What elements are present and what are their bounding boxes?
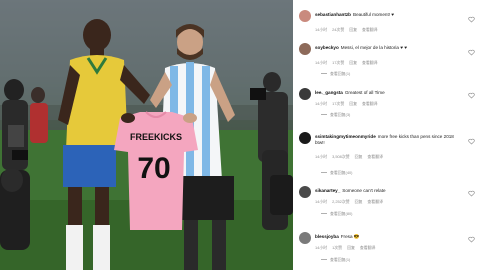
comment-text: sikanartey_ Someone can't relate (315, 188, 461, 194)
comment-text: lee._gangsta Greatest of all Time (315, 90, 461, 96)
comment-text: sebastianhantzb Beautiful moment! ♥ (315, 12, 461, 18)
like-heart-icon[interactable] (468, 49, 475, 56)
comment-meta: 14小时 1次赞 回复 查看翻译 (315, 245, 380, 251)
translate-link[interactable]: 查看翻译 (362, 60, 378, 65)
view-replies-link[interactable]: 查看回复(3) (321, 112, 350, 118)
view-replies-link[interactable]: 查看回复(80) (321, 211, 352, 217)
avatar[interactable] (299, 232, 311, 244)
comment-username[interactable]: sikanartey_ (315, 188, 340, 193)
post-photo: FREEKICKS 70 (0, 0, 293, 270)
avatar[interactable] (299, 43, 311, 55)
reply-button[interactable]: 回复 (347, 245, 355, 250)
comment-body: Beautiful moment! ♥ (353, 12, 395, 17)
translate-link[interactable]: 查看翻译 (367, 199, 383, 204)
view-replies-link[interactable]: 查看回复(1) (321, 257, 350, 263)
translate-link[interactable]: 查看翻译 (362, 101, 378, 106)
translate-link[interactable]: 查看翻译 (360, 245, 376, 250)
comments-panel: sebastianhantzb Beautiful moment! ♥ 14小时 2… (293, 0, 480, 270)
like-heart-icon[interactable] (468, 16, 475, 23)
comment-username[interactable]: soybeckyo (315, 45, 339, 50)
comment-time: 14小时 (315, 199, 328, 204)
comment-time: 14小时 (315, 27, 328, 32)
comment-likes[interactable]: 17次赞 (332, 60, 344, 65)
comment-body: Messi, el mejor de la historia ♥ ♥ (340, 45, 407, 50)
reply-button[interactable]: 回复 (349, 60, 357, 65)
comment-time: 14小时 (315, 245, 328, 250)
comment-likes[interactable]: 3,508次赞 (332, 154, 350, 159)
comment-likes[interactable]: 1次赞 (332, 245, 342, 250)
avatar[interactable] (299, 10, 311, 22)
comment-meta: 14小时 24次赞 回复 查看翻译 (315, 27, 383, 33)
comment-username[interactable]: ssimtakingmytimeonmyride (315, 134, 376, 139)
comment-time: 14小时 (315, 101, 328, 106)
comment-meta: 14小时 3,508次赞 回复 查看翻译 (315, 154, 388, 160)
avatar[interactable] (299, 186, 311, 198)
avatar[interactable] (299, 132, 311, 144)
comment-username[interactable]: sebastianhantzb (315, 12, 351, 17)
comment-meta: 14小时 17次赞 回复 查看翻译 (315, 60, 383, 66)
comment-text: soybeckyo Messi, el mejor de la historia … (315, 45, 461, 51)
reply-button[interactable]: 回复 (355, 199, 363, 204)
comment-likes[interactable]: 17次赞 (332, 101, 344, 106)
comment-time: 14小时 (315, 154, 328, 159)
like-heart-icon[interactable] (468, 190, 475, 197)
reply-button[interactable]: 回复 (349, 27, 357, 32)
comment-text: blessjoyba Fresa 😎 (315, 234, 461, 240)
avatar[interactable] (299, 88, 311, 100)
comment-text: ssimtakingmytimeonmyride more free kicks … (315, 134, 461, 146)
comment-body: Greatest of all Time (344, 90, 385, 95)
comment-time: 14小时 (315, 60, 328, 65)
photo-illustration: FREEKICKS 70 (0, 0, 293, 270)
jersey-name-text: FREEKICKS (130, 132, 182, 142)
comment-body: Someone can't relate (342, 188, 386, 193)
reply-button[interactable]: 回复 (349, 101, 357, 106)
comment-username[interactable]: lee._gangsta (315, 90, 343, 95)
reply-button[interactable]: 回复 (355, 154, 363, 159)
view-replies-link[interactable]: 查看回复(40) (321, 170, 352, 176)
like-heart-icon[interactable] (468, 138, 475, 145)
comment-meta: 14小时 2,252次赞 回复 查看翻译 (315, 199, 388, 205)
comment-likes[interactable]: 24次赞 (332, 27, 344, 32)
comment-body: Fresa 😎 (340, 234, 360, 239)
comment-likes[interactable]: 2,252次赞 (332, 199, 350, 204)
comment-username[interactable]: blessjoyba (315, 234, 339, 239)
like-heart-icon[interactable] (468, 236, 475, 243)
translate-link[interactable]: 查看翻译 (362, 27, 378, 32)
comment-meta: 14小时 17次赞 回复 查看翻译 (315, 101, 383, 107)
translate-link[interactable]: 查看翻译 (367, 154, 383, 159)
jersey-number-text: 70 (137, 152, 170, 185)
like-heart-icon[interactable] (468, 92, 475, 99)
view-replies-link[interactable]: 查看回复(1) (321, 71, 350, 77)
